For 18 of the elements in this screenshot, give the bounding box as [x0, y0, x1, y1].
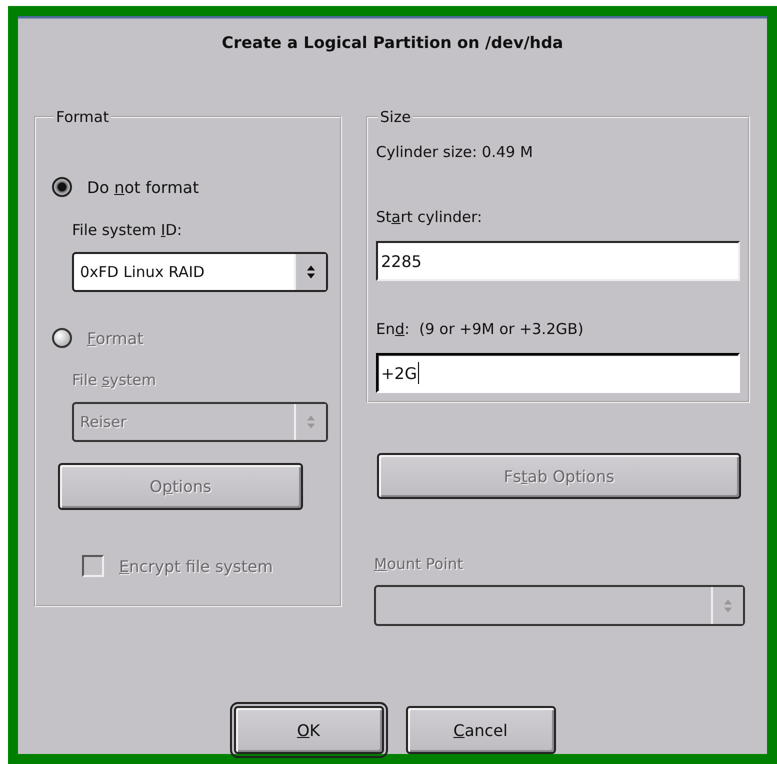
- radio-label[interactable]: Do not format: [87, 178, 199, 196]
- group-label: Format: [55, 108, 110, 126]
- text-field[interactable]: 2285: [376, 241, 740, 281]
- spinner-arrows-icon: [306, 264, 316, 280]
- field-label: File system: [72, 371, 158, 389]
- field-label: End: (9 or +9M or +3.2GB): [376, 320, 585, 338]
- button[interactable]: Cancel: [406, 706, 556, 754]
- group-label: Size: [379, 108, 412, 126]
- field-label: File system ID:: [72, 221, 183, 239]
- dialog-title: Create a Logical Partition on /dev/hda: [222, 33, 564, 53]
- info-text: Cylinder size: 0.49 M: [376, 143, 533, 161]
- dropdown[interactable]: 0xFD Linux RAID: [72, 252, 328, 292]
- radio-button[interactable]: [52, 177, 72, 197]
- field-label: Start cylinder:: [376, 208, 484, 226]
- spinner-arrows-icon: [723, 598, 733, 614]
- spinner-arrows-icon: [306, 414, 316, 430]
- field-label: Mount Point: [374, 555, 464, 573]
- text-field[interactable]: +2G: [376, 353, 740, 393]
